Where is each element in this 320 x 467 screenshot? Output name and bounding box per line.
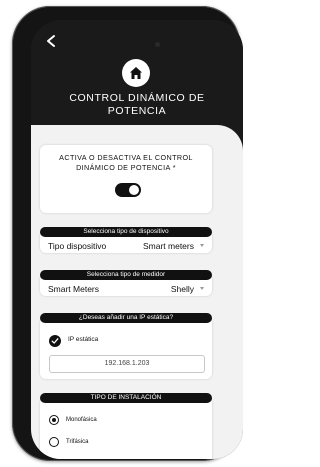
static-ip-heading: ¿Deseas añadir una IP estática?: [40, 313, 212, 323]
app-screen: CONTROL DINÁMICO DE POTENCIA ACTIVA O DE…: [31, 20, 243, 459]
installation-heading: TIPO DE INSTALACIÓN: [40, 393, 212, 403]
radio-monofasica[interactable]: [49, 415, 59, 425]
page-title: CONTROL DINÁMICO DE POTENCIA: [69, 92, 205, 117]
static-ip-label: IP estática: [68, 336, 99, 343]
front-camera: [155, 42, 160, 47]
content-panel: ACTIVA O DESACTIVA EL CONTROL DINÁMICO D…: [31, 125, 243, 459]
device-type-heading: Selecciona tipo de dispositivo: [40, 227, 212, 237]
power-control-toggle[interactable]: [115, 183, 141, 197]
device-type-label: Tipo dispositivo: [48, 241, 107, 251]
chevron-down-icon: [200, 287, 204, 290]
back-arrow-icon[interactable]: [45, 34, 59, 48]
static-ip-card: IP estática 192.168.1.203: [40, 317, 212, 379]
phone-frame: CONTROL DINÁMICO DE POTENCIA ACTIVA O DE…: [12, 6, 243, 461]
ip-address-input[interactable]: 192.168.1.203: [49, 355, 205, 373]
home-icon: [122, 59, 150, 87]
static-ip-checkbox[interactable]: [49, 335, 61, 347]
power-control-card: ACTIVA O DESACTIVA EL CONTROL DINÁMICO D…: [40, 145, 212, 213]
header: CONTROL DINÁMICO DE POTENCIA: [31, 20, 243, 133]
radio-trifasica[interactable]: [49, 437, 59, 447]
meter-type-label: Smart Meters: [48, 284, 100, 294]
power-control-label: ACTIVA O DESACTIVA EL CONTROL DINÁMICO D…: [59, 153, 193, 172]
toggle-knob: [129, 185, 139, 195]
option-trifasica-label: Trifásica: [66, 439, 89, 445]
checkmark-icon: [51, 338, 59, 344]
meter-type-heading: Selecciona tipo de medidor: [40, 270, 212, 280]
device-type-value: Smart meters: [142, 241, 194, 251]
option-monofasica-label: Monofásica: [66, 417, 97, 423]
installation-card: Monofásica Trifásica: [40, 397, 212, 459]
chevron-down-icon: [200, 244, 204, 247]
meter-type-value: Shelly: [170, 284, 194, 294]
radio-selected-dot: [52, 418, 56, 422]
